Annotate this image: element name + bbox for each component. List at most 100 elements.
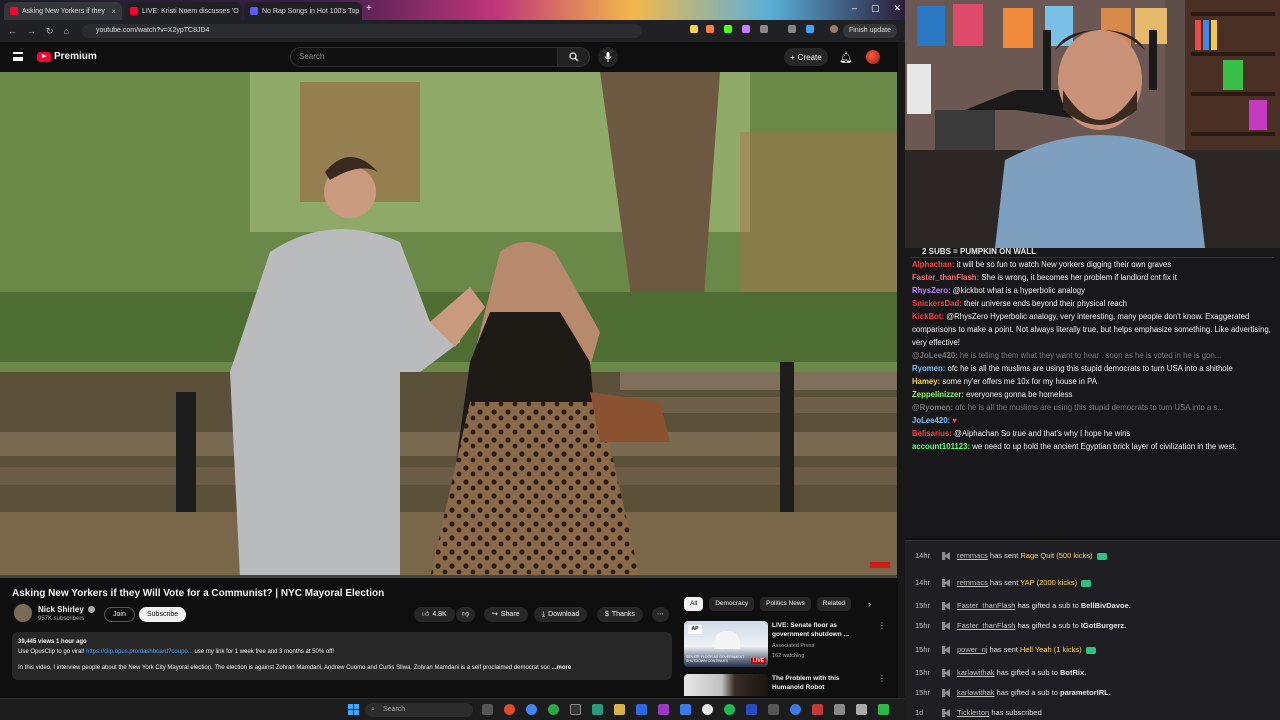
chat-username[interactable]: Alphachan:	[912, 260, 954, 269]
event-user[interactable]: Faster_thanFlash	[957, 621, 1015, 630]
more-actions-button[interactable]: ⋯	[652, 607, 669, 622]
file-explorer-icon[interactable]	[614, 704, 625, 715]
extension-icon[interactable]	[690, 25, 698, 33]
chat-username[interactable]: JoLee420:	[912, 416, 950, 425]
reload-icon[interactable]: ↻	[46, 26, 54, 37]
channel-avatar[interactable]	[14, 604, 32, 622]
download-icon[interactable]	[806, 25, 814, 33]
chat-username[interactable]: @Ryomen:	[912, 403, 953, 412]
share-button[interactable]: ↪ Share	[484, 607, 528, 622]
task-view-icon[interactable]	[482, 704, 493, 715]
app-icon[interactable]	[570, 704, 581, 715]
video-description[interactable]: 39,445 views 1 hour ago Use OpusClip to …	[12, 632, 672, 680]
app-icon[interactable]	[702, 704, 713, 715]
search-input[interactable]: Search	[290, 47, 558, 67]
more-vertical-icon[interactable]: ⋮	[878, 621, 886, 630]
event-user[interactable]: Ticklerton	[957, 708, 989, 717]
chip-democracy[interactable]: Democracy	[709, 597, 755, 611]
tab-active[interactable]: Asking New Yorkers if they ×	[4, 2, 122, 20]
channel-name[interactable]: Nick Shirley	[38, 605, 96, 614]
start-button[interactable]	[348, 704, 359, 715]
tab-label: Asking New Yorkers if they	[22, 7, 105, 15]
chat-username[interactable]: RhysZero:	[912, 286, 951, 295]
new-tab-icon[interactable]: +	[366, 3, 372, 14]
chip-related[interactable]: Related	[816, 597, 852, 611]
more-vertical-icon[interactable]: ⋮	[878, 674, 884, 683]
chrome-icon[interactable]	[526, 704, 537, 715]
extension-icon[interactable]	[724, 25, 732, 33]
hamburger-menu-icon[interactable]	[13, 52, 23, 61]
description-link[interactable]: https://clip.opus.pro/dashboard?coupo...	[86, 649, 193, 655]
video-player[interactable]	[0, 72, 897, 578]
close-window-icon[interactable]: ✕	[893, 3, 901, 14]
download-button[interactable]: ⤓ Download	[534, 607, 588, 622]
puzzle-icon[interactable]	[760, 25, 768, 33]
chat-username[interactable]: Zeppelinizzer:	[912, 390, 964, 399]
app-icon[interactable]	[790, 704, 801, 715]
forward-icon[interactable]: →	[27, 26, 36, 36]
profile-avatar[interactable]	[830, 25, 838, 33]
extension-icon[interactable]	[706, 25, 714, 33]
event-user[interactable]: karlawithak	[957, 668, 995, 677]
app-icon[interactable]	[548, 704, 559, 715]
youtube-premium-logo[interactable]: Premium	[37, 51, 97, 62]
thanks-button[interactable]: $ Thanks	[597, 607, 643, 622]
chat-username[interactable]: KickBot:	[912, 312, 944, 321]
chat-username[interactable]: Faster_thanFlash:	[912, 273, 979, 282]
home-icon[interactable]: ⌂	[64, 26, 69, 36]
extension-icon[interactable]	[742, 25, 750, 33]
tab[interactable]: No Rap Songs in Hot 100's Top ×	[244, 2, 362, 20]
app-icon[interactable]	[878, 704, 889, 715]
recommendation-thumbnail[interactable]	[684, 674, 768, 696]
chat-username[interactable]: account101123:	[912, 442, 970, 451]
event-user[interactable]: karlawithak	[957, 688, 995, 697]
app-icon[interactable]	[658, 704, 669, 715]
tab[interactable]: LIVE: Kristi Noem discusses 'O ×	[124, 2, 242, 20]
tab-close-icon[interactable]: ×	[111, 7, 116, 16]
account-avatar[interactable]	[866, 50, 880, 64]
app-icon[interactable]	[636, 704, 647, 715]
chip-politics-news[interactable]: Politics News	[760, 597, 811, 611]
page-scrollbar[interactable]	[898, 42, 905, 698]
recommendation-item[interactable]: AP SENATE FLOOR AS GOVERNMENT SHUTDOWN C…	[684, 621, 886, 671]
event-user[interactable]: Faster_thanFlash	[957, 601, 1015, 610]
event-user[interactable]: remmacs	[957, 551, 988, 560]
chat-username[interactable]: Belisarius:	[912, 429, 952, 438]
app-icon[interactable]	[812, 704, 823, 715]
app-icon[interactable]	[592, 704, 603, 715]
app-icon[interactable]	[856, 704, 867, 715]
app-icon[interactable]	[768, 704, 779, 715]
description-more-link[interactable]: ...more	[552, 665, 572, 671]
chat-username[interactable]: Hamey:	[912, 377, 940, 386]
notifications-bell-icon[interactable]: 🔔︎	[839, 51, 853, 64]
app-icon[interactable]	[834, 704, 845, 715]
search-button[interactable]	[558, 47, 590, 67]
chat-username[interactable]: @JoLee420:	[912, 351, 958, 360]
url-field[interactable]: youtube.com/watch?v=X2ypTC8JD4	[82, 24, 642, 38]
taskbar-search[interactable]: ⌕ Search	[365, 703, 473, 717]
chip-all[interactable]: All	[684, 597, 704, 611]
recommendation-thumbnail[interactable]: AP SENATE FLOOR AS GOVERNMENT SHUTDOWN C…	[684, 621, 768, 667]
finish-update-button[interactable]: Finish update	[842, 24, 897, 38]
create-button[interactable]: + Create	[784, 48, 828, 66]
subscribe-button[interactable]: Subscribe	[139, 607, 187, 622]
chat-username[interactable]: SnickersDad:	[912, 299, 962, 308]
join-button[interactable]: Join	[104, 607, 135, 622]
video-progress-track[interactable]	[0, 575, 897, 578]
spotify-icon[interactable]	[724, 704, 735, 715]
like-button[interactable]: 👍︎ 4.8K	[414, 607, 455, 622]
event-user[interactable]: remmacs	[957, 578, 988, 587]
chat-username[interactable]: Ryomen:	[912, 364, 945, 373]
chevron-right-icon[interactable]: ›	[868, 599, 871, 609]
app-icon[interactable]	[680, 704, 691, 715]
maximize-icon[interactable]: ▢	[871, 3, 880, 14]
recommendation-item[interactable]: The Problem with this Humanoid Robot ⋮	[684, 674, 884, 696]
back-icon[interactable]: ←	[8, 26, 17, 36]
voice-search-button[interactable]	[598, 47, 618, 67]
event-user[interactable]: power_nj	[957, 645, 987, 654]
app-icon[interactable]	[746, 704, 757, 715]
minimize-icon[interactable]: –	[852, 3, 857, 14]
dislike-button[interactable]: 👎︎	[456, 607, 476, 622]
firefox-icon[interactable]	[504, 704, 515, 715]
sidebar-icon[interactable]	[788, 25, 796, 33]
